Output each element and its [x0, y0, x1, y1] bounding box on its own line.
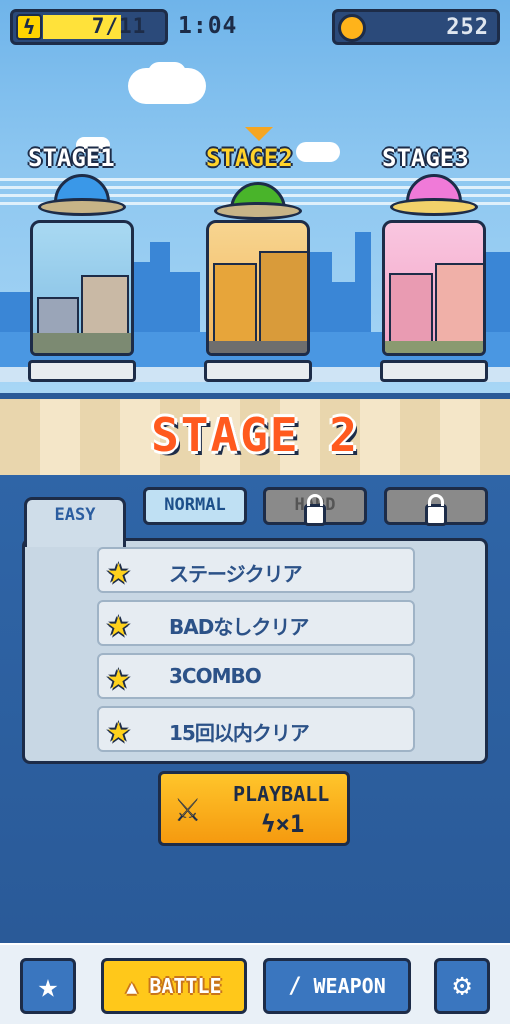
star-icon: ★	[37, 966, 59, 1006]
playball-label: PLAYBALL	[233, 782, 330, 806]
tab-hard[interactable]: HARD	[263, 487, 367, 526]
energy-timer: 1:04	[178, 13, 238, 39]
stage-jar	[30, 220, 134, 356]
energy-meter: ϟ 7/11	[10, 9, 168, 45]
lock-icon	[304, 504, 326, 526]
playball-cost: ϟ×1	[261, 810, 304, 838]
star-button[interactable]: ★	[20, 958, 76, 1014]
coin-counter: 252	[332, 9, 500, 45]
stage-jar	[382, 220, 486, 356]
selected-stage-arrow-icon	[245, 127, 273, 141]
jar-base	[204, 360, 312, 382]
weapon-button[interactable]: / WEAPON	[263, 958, 411, 1014]
tab-easy[interactable]: EASY	[24, 497, 126, 547]
lock-icon	[425, 504, 447, 526]
star-icon: ★	[107, 548, 130, 592]
ufo-disc	[390, 198, 478, 216]
ufo-disc	[214, 202, 302, 220]
star-icon: ★	[107, 707, 130, 751]
lock-shackle	[307, 494, 323, 506]
battle-button[interactable]: ▲ BATTLE	[101, 958, 247, 1014]
mission-label: BADなしクリア	[169, 615, 309, 639]
jar-base	[28, 360, 136, 382]
lock-shackle	[428, 494, 444, 506]
stage-card-3[interactable]: STAGE3	[374, 140, 494, 390]
stage-card-2[interactable]: STAGE2	[198, 140, 318, 390]
ufo-disc	[38, 198, 126, 216]
settings-button[interactable]: ⚙	[434, 958, 490, 1014]
tab-normal[interactable]: NORMAL	[143, 487, 247, 525]
mission-item: ★ BADなしクリア	[97, 600, 415, 646]
bat-icon: /	[288, 974, 302, 999]
lightning-icon: ϟ	[16, 14, 42, 40]
mission-item: ★ 3COMBO	[97, 653, 415, 699]
gear-icon: ⚙	[452, 968, 472, 1003]
mission-label: 15回以内クリア	[169, 721, 310, 745]
stage-jar	[206, 220, 310, 356]
mission-item: ★ ステージクリア	[97, 547, 415, 593]
coin-icon	[338, 14, 366, 42]
stage-label: STAGE1	[28, 144, 115, 172]
crossed-bats-icon: ⚔	[175, 782, 201, 831]
energy-count: 7/11	[91, 14, 147, 38]
playball-cost-value: ×1	[275, 810, 305, 838]
jar-base	[380, 360, 488, 382]
cloud-decoration	[148, 62, 186, 84]
mission-label: 3COMBO	[169, 664, 262, 688]
stage-card-1[interactable]: STAGE1	[24, 140, 140, 390]
ufo-icon: ▲	[126, 977, 138, 998]
lightning-icon: ϟ	[261, 810, 276, 838]
coin-count: 252	[446, 15, 489, 40]
mission-label: ステージクリア	[169, 562, 303, 586]
stage-label: STAGE3	[382, 144, 469, 172]
mission-item: ★ 15回以内クリア	[97, 706, 415, 752]
tab-locked[interactable]	[384, 487, 488, 526]
weapon-label: WEAPON	[313, 974, 386, 998]
battle-label: BATTLE	[149, 974, 222, 998]
playball-button[interactable]: ⚔ PLAYBALL ϟ×1	[158, 771, 350, 846]
star-icon: ★	[107, 601, 130, 645]
stage-title: STAGE 2	[151, 408, 359, 462]
star-icon: ★	[107, 654, 130, 698]
stage-label: STAGE2	[206, 144, 293, 172]
